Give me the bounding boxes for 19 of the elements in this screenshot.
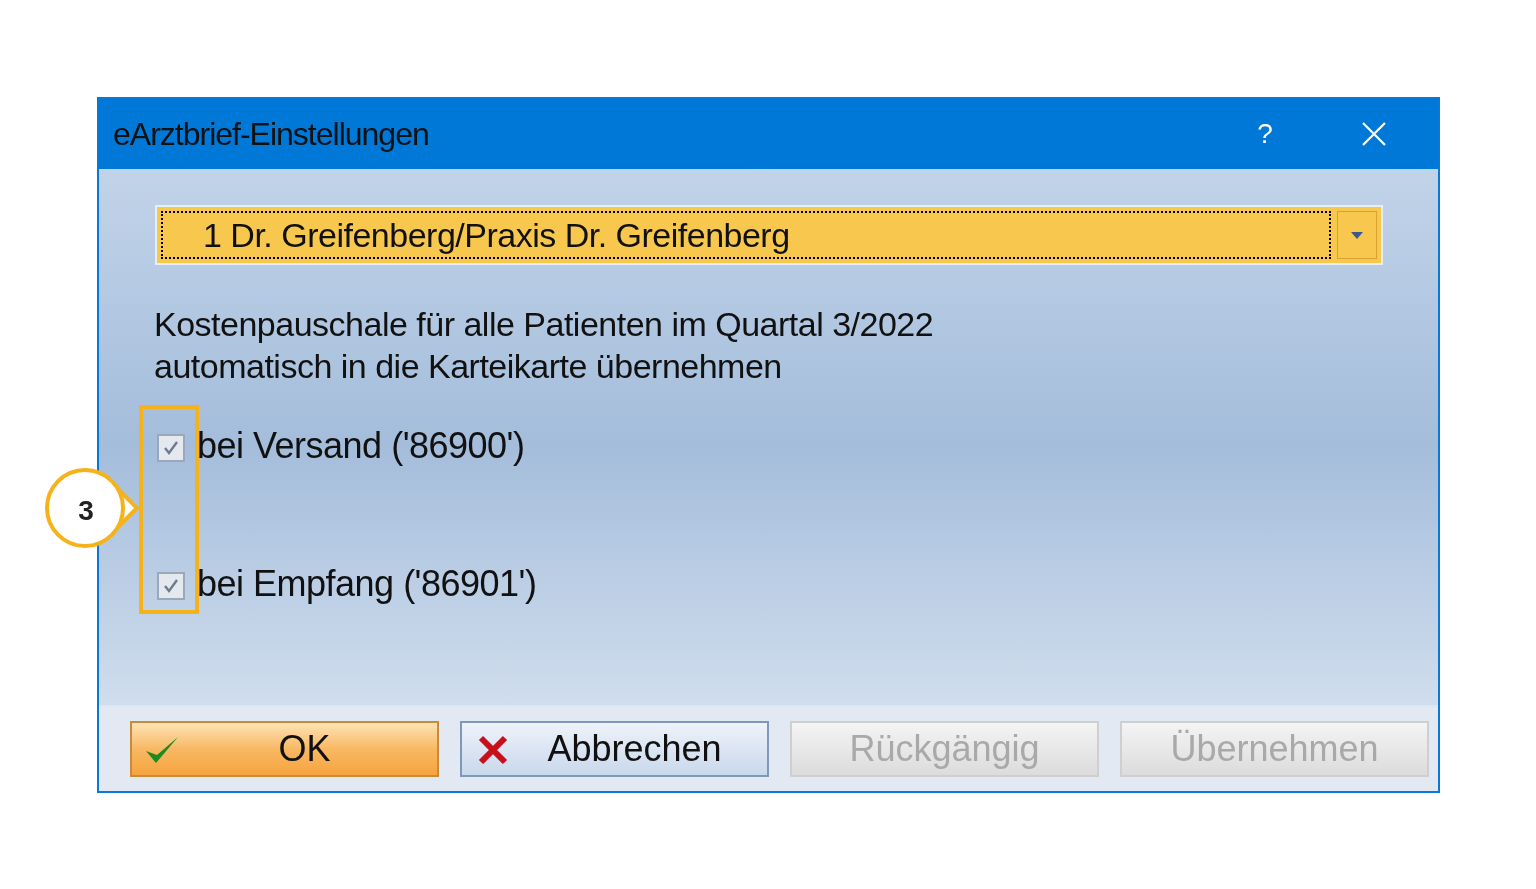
close-button[interactable]	[1360, 120, 1388, 148]
ok-button[interactable]: OK	[130, 721, 439, 777]
checkbox[interactable]	[157, 434, 185, 462]
check-icon	[162, 577, 180, 595]
description-text: Kostenpauschale für alle Patienten im Quartal 3/2022 automatisch in die Karteikarte übernehmen	[154, 304, 934, 387]
dropdown-value: 1 Dr. Greifenberg/Praxis Dr. Greifenberg	[203, 214, 790, 256]
checkmark-icon	[144, 735, 180, 765]
profile-dropdown[interactable]: 1 Dr. Greifenberg/Praxis Dr. Greifenberg	[155, 205, 1383, 265]
checkbox-label: bei Empfang ('86901')	[197, 562, 537, 606]
check-icon	[162, 439, 180, 457]
checkbox-label: bei Versand ('86900')	[197, 424, 525, 468]
dropdown-arrow-button[interactable]	[1337, 211, 1377, 259]
callout-number: 3	[77, 494, 95, 528]
window-title: eArztbrief-Einstellungen	[113, 115, 430, 154]
checkbox[interactable]	[157, 572, 185, 600]
cross-icon	[478, 735, 508, 765]
cancel-button[interactable]: Abbrechen	[460, 721, 769, 777]
help-button[interactable]: ?	[1245, 113, 1285, 155]
caret-icon	[1351, 231, 1363, 239]
